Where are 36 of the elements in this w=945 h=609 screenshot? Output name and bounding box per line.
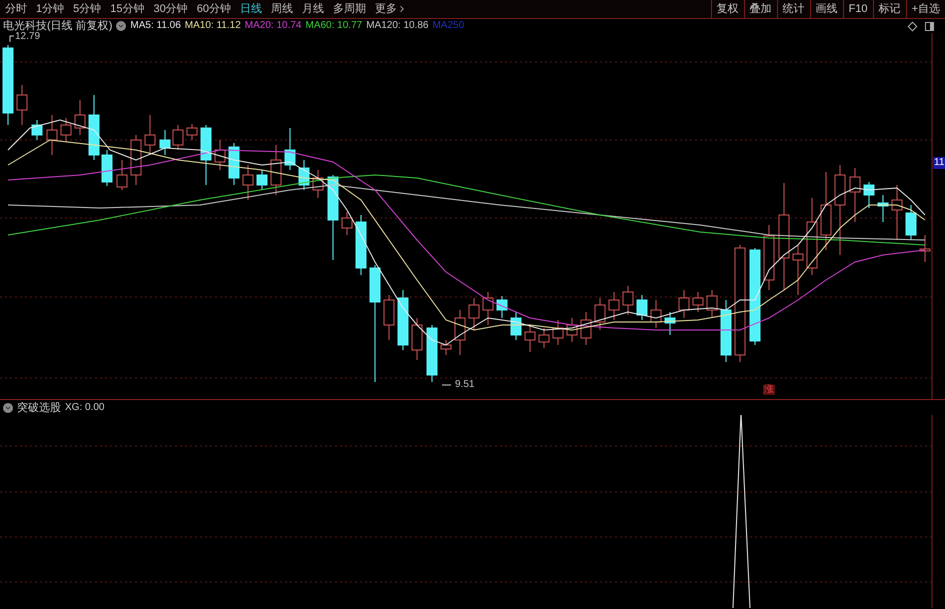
panel-icon[interactable] — [925, 22, 934, 30]
indicator-value: MA250 — [432, 21, 464, 31]
timeframe-tab[interactable]: 更多 — [375, 4, 407, 14]
timeframe-tab[interactable]: 日线 — [240, 4, 262, 14]
toolbar-button[interactable]: F10 — [842, 0, 873, 18]
timeframe-tab[interactable]: 周线 — [271, 4, 293, 14]
timeframe-tab[interactable]: 60分钟 — [196, 4, 231, 14]
leader-line — [442, 384, 452, 386]
indicator-title: 突破选股 — [17, 402, 61, 414]
dropdown-icon[interactable] — [116, 21, 126, 31]
timeframe-tab[interactable]: 月线 — [302, 4, 324, 14]
toolbar-button[interactable]: 统计 — [776, 0, 810, 18]
toolbar-button[interactable]: 叠加 — [744, 0, 777, 18]
price-tag: 11 — [933, 157, 945, 169]
indicator-value: XG: 0.00 — [65, 403, 104, 413]
timeframe-tab[interactable]: 分时 — [5, 4, 27, 14]
timeframe-tab[interactable]: 多周期 — [333, 4, 366, 14]
indicator-value: MA60: 10.77 — [305, 21, 362, 31]
low-price-label: 9.51 — [455, 380, 474, 390]
indicator-value: MA20: 10.74 — [244, 21, 302, 31]
toolbar-button[interactable]: 画线 — [810, 0, 843, 18]
indicator-value: MA5: 11.06 — [130, 21, 181, 31]
timeframe-tab[interactable]: 15分钟 — [110, 4, 144, 14]
indicator-value: MA120: 10.86 — [366, 21, 428, 31]
leader-line — [10, 36, 14, 42]
timeframe-tab[interactable]: 1分钟 — [36, 4, 64, 14]
toolbar-button[interactable]: +自选 — [906, 0, 945, 18]
toolbar-button[interactable]: 复权 — [710, 0, 744, 18]
dropdown-icon[interactable] — [3, 403, 13, 413]
indicator-value: MA10: 11.12 — [184, 21, 241, 31]
rise-marker: 涨 — [763, 385, 775, 395]
timeframe-tab[interactable]: 5分钟 — [73, 4, 102, 14]
high-price-label: 12.79 — [15, 32, 40, 42]
timeframe-tab[interactable]: 30分钟 — [154, 4, 188, 14]
chart-title: 电光科技(日线 前复权) — [3, 20, 112, 32]
toolbar-button[interactable]: 标记 — [872, 0, 906, 18]
